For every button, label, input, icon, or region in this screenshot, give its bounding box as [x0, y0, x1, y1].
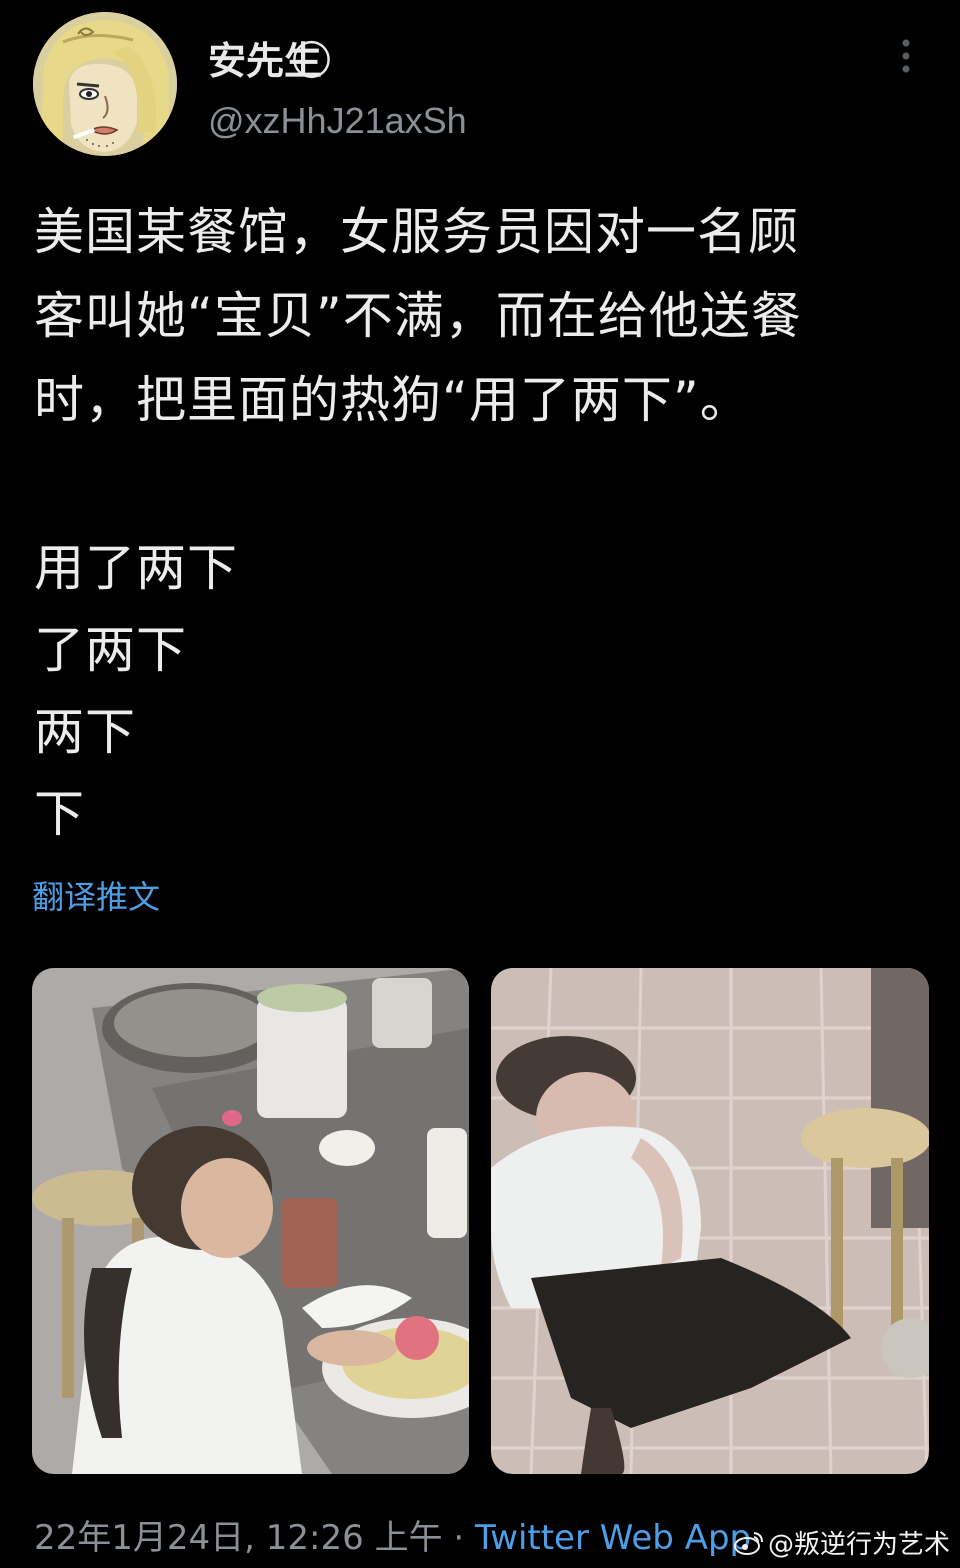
tweet-body: 美国某餐馆，女服务员因对一名顾 客叫她“宝贝”不满，而在给他送餐 时，把里面的热…: [34, 190, 934, 854]
author-avatar[interactable]: [33, 12, 177, 156]
weibo-icon: [733, 1531, 763, 1555]
tweet-photo-1[interactable]: [32, 968, 469, 1474]
author-display-name[interactable]: 安先生 ⃝: [208, 30, 331, 85]
tweet-line: 了两下: [34, 621, 187, 679]
weibo-watermark: @叛逆行为艺术: [733, 1524, 950, 1561]
author-handle[interactable]: @xzHhJ21axSh: [208, 100, 467, 142]
tweet-line: 用了两下: [34, 539, 238, 597]
photo-kitchen-counter: [32, 968, 469, 1474]
more-options-button[interactable]: [888, 36, 924, 76]
photo-tiled-floor: [491, 968, 929, 1474]
tweet-meta: 22年1月24日, 12:26 上午 · Twitter Web App: [34, 1510, 751, 1559]
tweet-line: 下: [34, 785, 85, 843]
more-vertical-icon: [902, 39, 910, 73]
tweet-photo-2[interactable]: [491, 968, 929, 1474]
watermark-text: @叛逆行为艺术: [767, 1530, 950, 1560]
avatar-illustration: [33, 12, 177, 156]
translate-tweet-link[interactable]: 翻译推文: [32, 872, 160, 918]
tweet-source-app[interactable]: Twitter Web App: [475, 1518, 751, 1558]
tweet-line: 两下: [34, 703, 136, 761]
tweet-timestamp[interactable]: 22年1月24日, 12:26 上午 ·: [34, 1518, 475, 1558]
tweet-repeated-lines: 用了两下 了两下 两下 下: [34, 526, 934, 854]
tweet-main-text: 美国某餐馆，女服务员因对一名顾 客叫她“宝贝”不满，而在给他送餐 时，把里面的热…: [34, 203, 802, 429]
